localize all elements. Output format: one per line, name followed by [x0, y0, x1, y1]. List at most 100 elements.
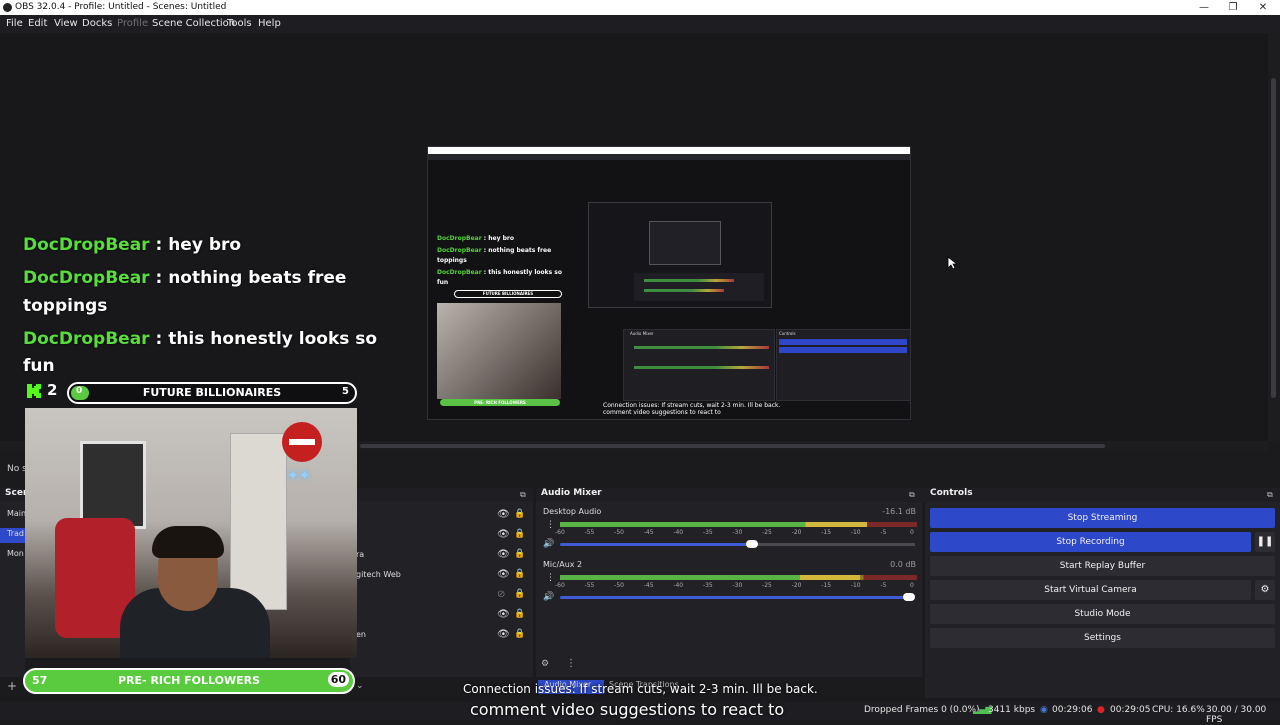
stop-streaming-button[interactable]: Stop Streaming — [930, 508, 1275, 528]
nested-followers-label: PRE- RICH FOLLOWERS — [474, 400, 526, 405]
lock-icon[interactable]: 🔒 — [514, 549, 525, 559]
menu-docks[interactable]: Docks — [82, 18, 112, 29]
meter-tick-label: -50 — [614, 529, 624, 536]
channel-name: Mic/Aux 2 — [543, 560, 583, 569]
volume-slider-knob[interactable] — [745, 540, 758, 548]
followers-target: 60 — [327, 672, 349, 687]
visibility-eye-icon[interactable]: 👁 — [497, 529, 510, 540]
meter-tick-label: -40 — [673, 582, 684, 589]
start-virtual-camera-button[interactable]: Start Virtual Camera — [930, 580, 1251, 600]
lock-icon[interactable]: 🔒 — [514, 589, 525, 599]
hidden-eye-icon[interactable]: ⊘ — [497, 589, 505, 600]
source-row[interactable]: gitech Web 👁 🔒 — [350, 566, 533, 584]
source-row[interactable]: en 👁 🔒 — [350, 626, 533, 644]
dropped-frames: Dropped Frames 0 (0.0%) — [864, 705, 980, 715]
undock-icon[interactable]: ⧉ — [1267, 490, 1273, 500]
pause-icon: ❚❚ — [1256, 536, 1274, 547]
nested-chat-line: fun — [437, 279, 449, 286]
meter-tick-label: -30 — [732, 529, 743, 536]
controls-title: Controls — [925, 488, 1280, 502]
volume-slider[interactable] — [560, 540, 915, 548]
source-row[interactable]: 👁 🔒 — [350, 526, 533, 544]
scrollbar-thumb[interactable] — [1271, 78, 1276, 398]
mixer-menu-icon[interactable]: ⋮ — [566, 658, 576, 669]
undock-icon[interactable]: ⧉ — [909, 490, 915, 500]
lock-icon[interactable]: 🔒 — [514, 529, 525, 539]
channel-db: -16.1 dB — [882, 507, 916, 516]
virtual-camera-settings-button[interactable]: ⚙ — [1255, 580, 1275, 600]
lock-icon[interactable]: 🔒 — [514, 509, 525, 519]
menu-tools[interactable]: Tools — [227, 18, 252, 29]
channel-menu-icon[interactable]: ⋮ — [546, 520, 555, 530]
preview-vertical-scrollbar[interactable] — [1268, 33, 1280, 441]
nested-inner-mixer — [634, 273, 764, 301]
chat-message-continuation: fun — [23, 356, 55, 376]
meter-tick-label: -10 — [850, 529, 861, 536]
lock-icon[interactable]: 🔒 — [514, 569, 525, 579]
volume-slider-knob[interactable] — [903, 593, 915, 601]
visibility-eye-icon[interactable]: 👁 — [497, 629, 510, 640]
add-scene-icon[interactable]: + — [7, 679, 17, 693]
channel-menu-icon[interactable]: ⋮ — [546, 573, 555, 583]
meter-tick-label: -25 — [762, 582, 772, 589]
bitrate: 3411 kbps — [988, 705, 1036, 715]
source-row[interactable]: 👁 🔒 — [350, 606, 533, 624]
visibility-eye-icon[interactable]: 👁 — [497, 569, 510, 580]
lock-icon[interactable]: 🔒 — [514, 609, 525, 619]
no-entry-sign — [282, 422, 322, 462]
nested-mixer-title: Audio Mixer — [630, 331, 654, 336]
close-button[interactable]: ✕ — [1248, 0, 1278, 15]
meter-tick-label: -5 — [880, 582, 887, 589]
minimize-button[interactable]: — — [1189, 0, 1219, 15]
channel-db: 0.0 dB — [890, 560, 916, 569]
studio-mode-button[interactable]: Studio Mode — [930, 604, 1275, 624]
source-row[interactable]: ⊘ 🔒 — [350, 586, 533, 604]
meter-tick-label: -5 — [880, 529, 887, 536]
source-row[interactable]: ra 👁 🔒 — [350, 546, 533, 564]
source-row[interactable]: 👁 🔒 — [350, 506, 533, 524]
meter-tick-label: -45 — [643, 529, 654, 536]
volume-slider[interactable] — [560, 593, 915, 601]
speaker-icon[interactable]: 🔊 — [543, 539, 554, 549]
menu-profile[interactable]: Profile — [117, 18, 148, 29]
chevron-down-icon[interactable]: ⌄ — [356, 681, 364, 691]
meter-tick-label: -40 — [673, 529, 684, 536]
nested-followers-bar: PRE- RICH FOLLOWERS — [440, 399, 560, 406]
scrollbar-thumb[interactable] — [360, 444, 1105, 448]
undock-icon[interactable]: ⧉ — [520, 490, 526, 500]
restore-button[interactable]: ❐ — [1218, 0, 1248, 15]
mixer-settings-gear-icon[interactable]: ⚙ — [541, 659, 549, 669]
volume-meter — [560, 575, 917, 580]
volume-meter — [560, 522, 917, 527]
speaker-icon[interactable]: 🔊 — [543, 592, 554, 602]
lock-icon[interactable]: 🔒 — [514, 629, 525, 639]
menu-help[interactable]: Help — [258, 18, 281, 29]
meter-tick-label: -20 — [791, 582, 802, 589]
start-replay-buffer-button[interactable]: Start Replay Buffer — [930, 556, 1275, 576]
visibility-eye-icon[interactable]: 👁 — [497, 609, 510, 620]
nested-caption-1: Connection issues: If stream cuts, wait … — [603, 402, 781, 409]
nested-chat-line: DocDropBear : nothing beats free — [437, 247, 552, 254]
mouse-cursor-icon — [947, 256, 957, 270]
meter-tick-label: -45 — [643, 582, 654, 589]
visibility-eye-icon[interactable]: 👁 — [497, 509, 510, 520]
nested-stop-recording — [779, 347, 907, 353]
channel-name: Desktop Audio — [543, 507, 602, 516]
nested-inner-window — [649, 221, 721, 265]
nested-menu-bar — [428, 154, 910, 160]
menu-file[interactable]: File — [6, 18, 23, 29]
menu-view[interactable]: View — [54, 18, 78, 29]
nested-chat-line: DocDropBear : hey bro — [437, 235, 514, 242]
no-source-selected-label: No s — [7, 464, 27, 474]
pause-recording-button[interactable]: ❚❚ — [1255, 532, 1275, 552]
stop-recording-button[interactable]: Stop Recording — [930, 532, 1251, 552]
menu-scene-collection[interactable]: Scene Collection — [152, 18, 235, 29]
wall-poster — [80, 441, 146, 529]
meter-tick-label: -30 — [732, 582, 743, 589]
meter-tick-label: 0 — [910, 582, 914, 589]
kick-logo-icon — [27, 384, 41, 398]
settings-button[interactable]: Settings — [930, 628, 1275, 648]
meter-tick-label: -55 — [584, 582, 595, 589]
menu-edit[interactable]: Edit — [28, 18, 47, 29]
visibility-eye-icon[interactable]: 👁 — [497, 549, 510, 560]
